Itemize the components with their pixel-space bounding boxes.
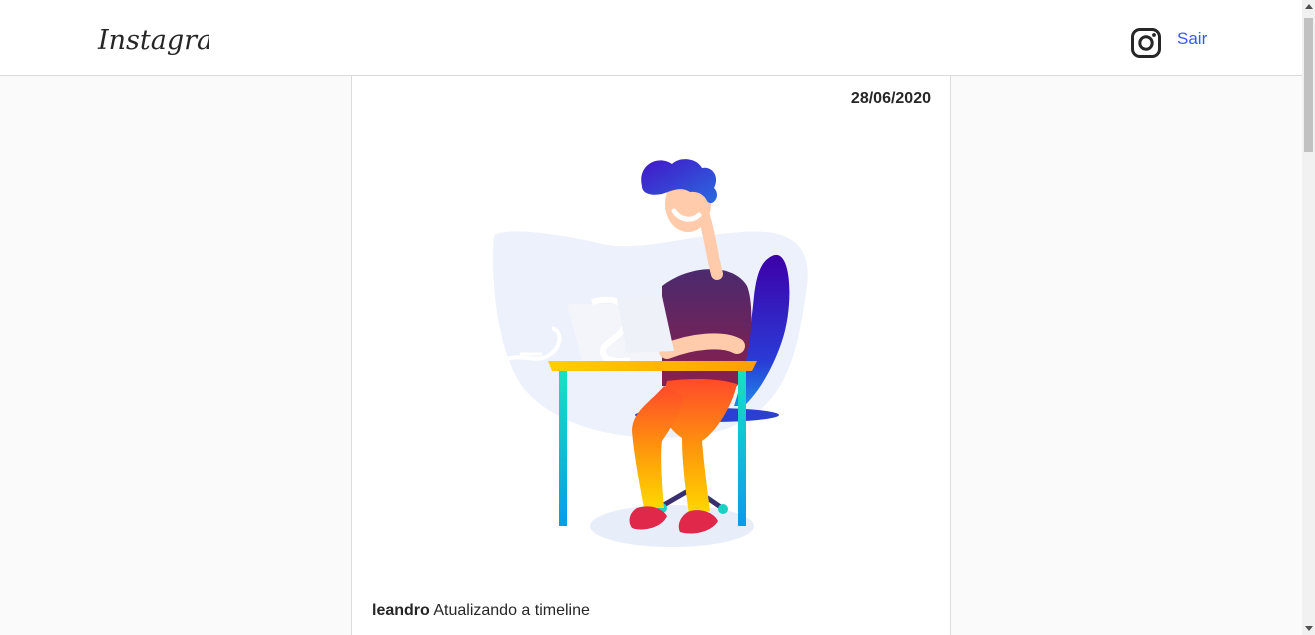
instagram-icon[interactable] [1130,27,1162,59]
post-caption: leandro Atualizando a timeline [372,602,590,620]
vertical-scrollbar[interactable] [1302,0,1315,635]
instagram-logo[interactable]: Instagram [97,20,209,62]
scroll-down-arrow-icon[interactable] [1305,626,1313,631]
top-navbar: Instagram Sair [0,0,1302,76]
post-username[interactable]: leandro [372,602,430,619]
page: Instagram Sair 28/06/2020 [0,0,1315,635]
svg-text:Instagram: Instagram [97,25,209,56]
post-card: 28/06/2020 leandro Atualizando a timelin… [351,76,951,635]
logout-link[interactable]: Sair [1177,29,1207,49]
post-caption-text: Atualizando a timeline [433,602,590,619]
post-image[interactable] [492,156,822,556]
scroll-up-arrow-icon[interactable] [1305,4,1313,9]
scrollbar-thumb[interactable] [1304,18,1313,152]
post-date: 28/06/2020 [850,90,931,107]
